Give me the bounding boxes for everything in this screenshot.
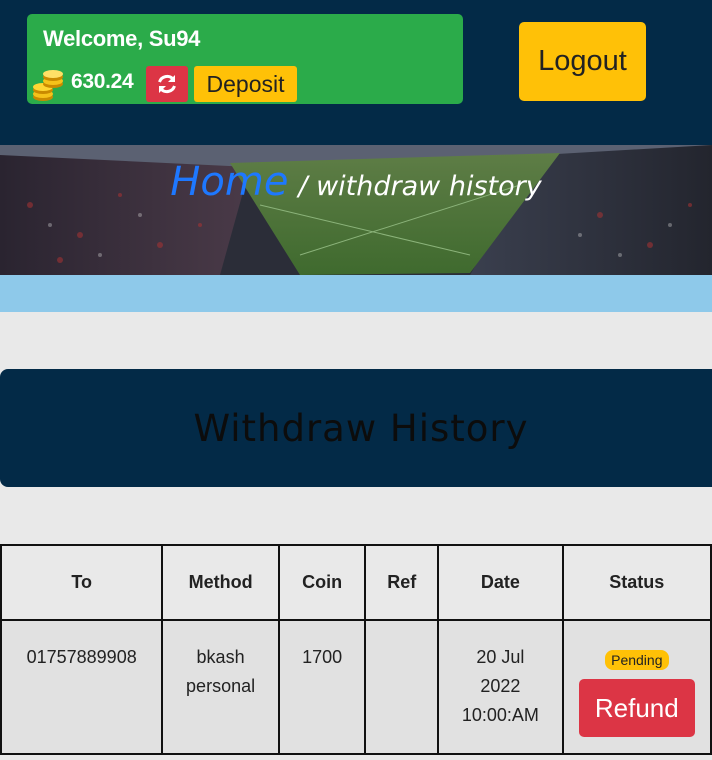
deposit-button[interactable]: Deposit (194, 66, 297, 102)
cell-status: Pending Refund (561, 619, 712, 755)
column-header-date: Date (437, 544, 564, 621)
column-header-to: To (0, 544, 164, 621)
cell-coin: 1700 (277, 619, 367, 755)
table-row: 01757889908 bkash personal 1700 20 Jul 2… (0, 619, 712, 755)
column-header-method: Method (161, 544, 280, 621)
date-time: 10:00:AM (461, 705, 539, 725)
cell-to: 01757889908 (0, 619, 164, 755)
cell-method: bkash personal (161, 619, 280, 755)
coins-icon (33, 70, 63, 101)
status-badge: Pending (605, 650, 669, 670)
welcome-text: Welcome, Su94 (43, 26, 201, 51)
method-name: bkash (196, 647, 245, 667)
breadcrumb-home-link[interactable]: Home (170, 159, 288, 205)
logout-button[interactable]: Logout (519, 22, 646, 101)
page-title: Withdraw History (193, 406, 529, 450)
breadcrumb: Home / withdraw history (0, 159, 712, 205)
date-year: 2022 (480, 676, 521, 696)
balance-amount: 630.24 (71, 70, 134, 93)
date-day: 20 Jul (476, 647, 525, 667)
refresh-icon (158, 74, 176, 94)
top-header: Welcome, Su94 630.24 Deposit Logout (0, 0, 712, 145)
refresh-balance-button[interactable] (146, 66, 188, 102)
stadium-banner: Home / withdraw history (0, 145, 712, 275)
welcome-card: Welcome, Su94 630.24 Deposit (27, 14, 463, 104)
divider-strip (0, 275, 712, 312)
column-header-ref: Ref (364, 544, 440, 621)
withdraw-history-table: To Method Coin Ref Date Status 017578899… (0, 544, 712, 755)
method-type: personal (186, 676, 256, 696)
page-title-card: Withdraw History (0, 369, 712, 487)
table-header-row: To Method Coin Ref Date Status (0, 544, 712, 621)
cell-ref (364, 619, 440, 755)
breadcrumb-current: / withdraw history (298, 171, 542, 202)
column-header-status: Status (561, 544, 712, 621)
cell-date: 20 Jul 2022 10:00:AM (437, 619, 564, 755)
column-header-coin: Coin (277, 544, 367, 621)
refund-button[interactable]: Refund (578, 679, 695, 737)
